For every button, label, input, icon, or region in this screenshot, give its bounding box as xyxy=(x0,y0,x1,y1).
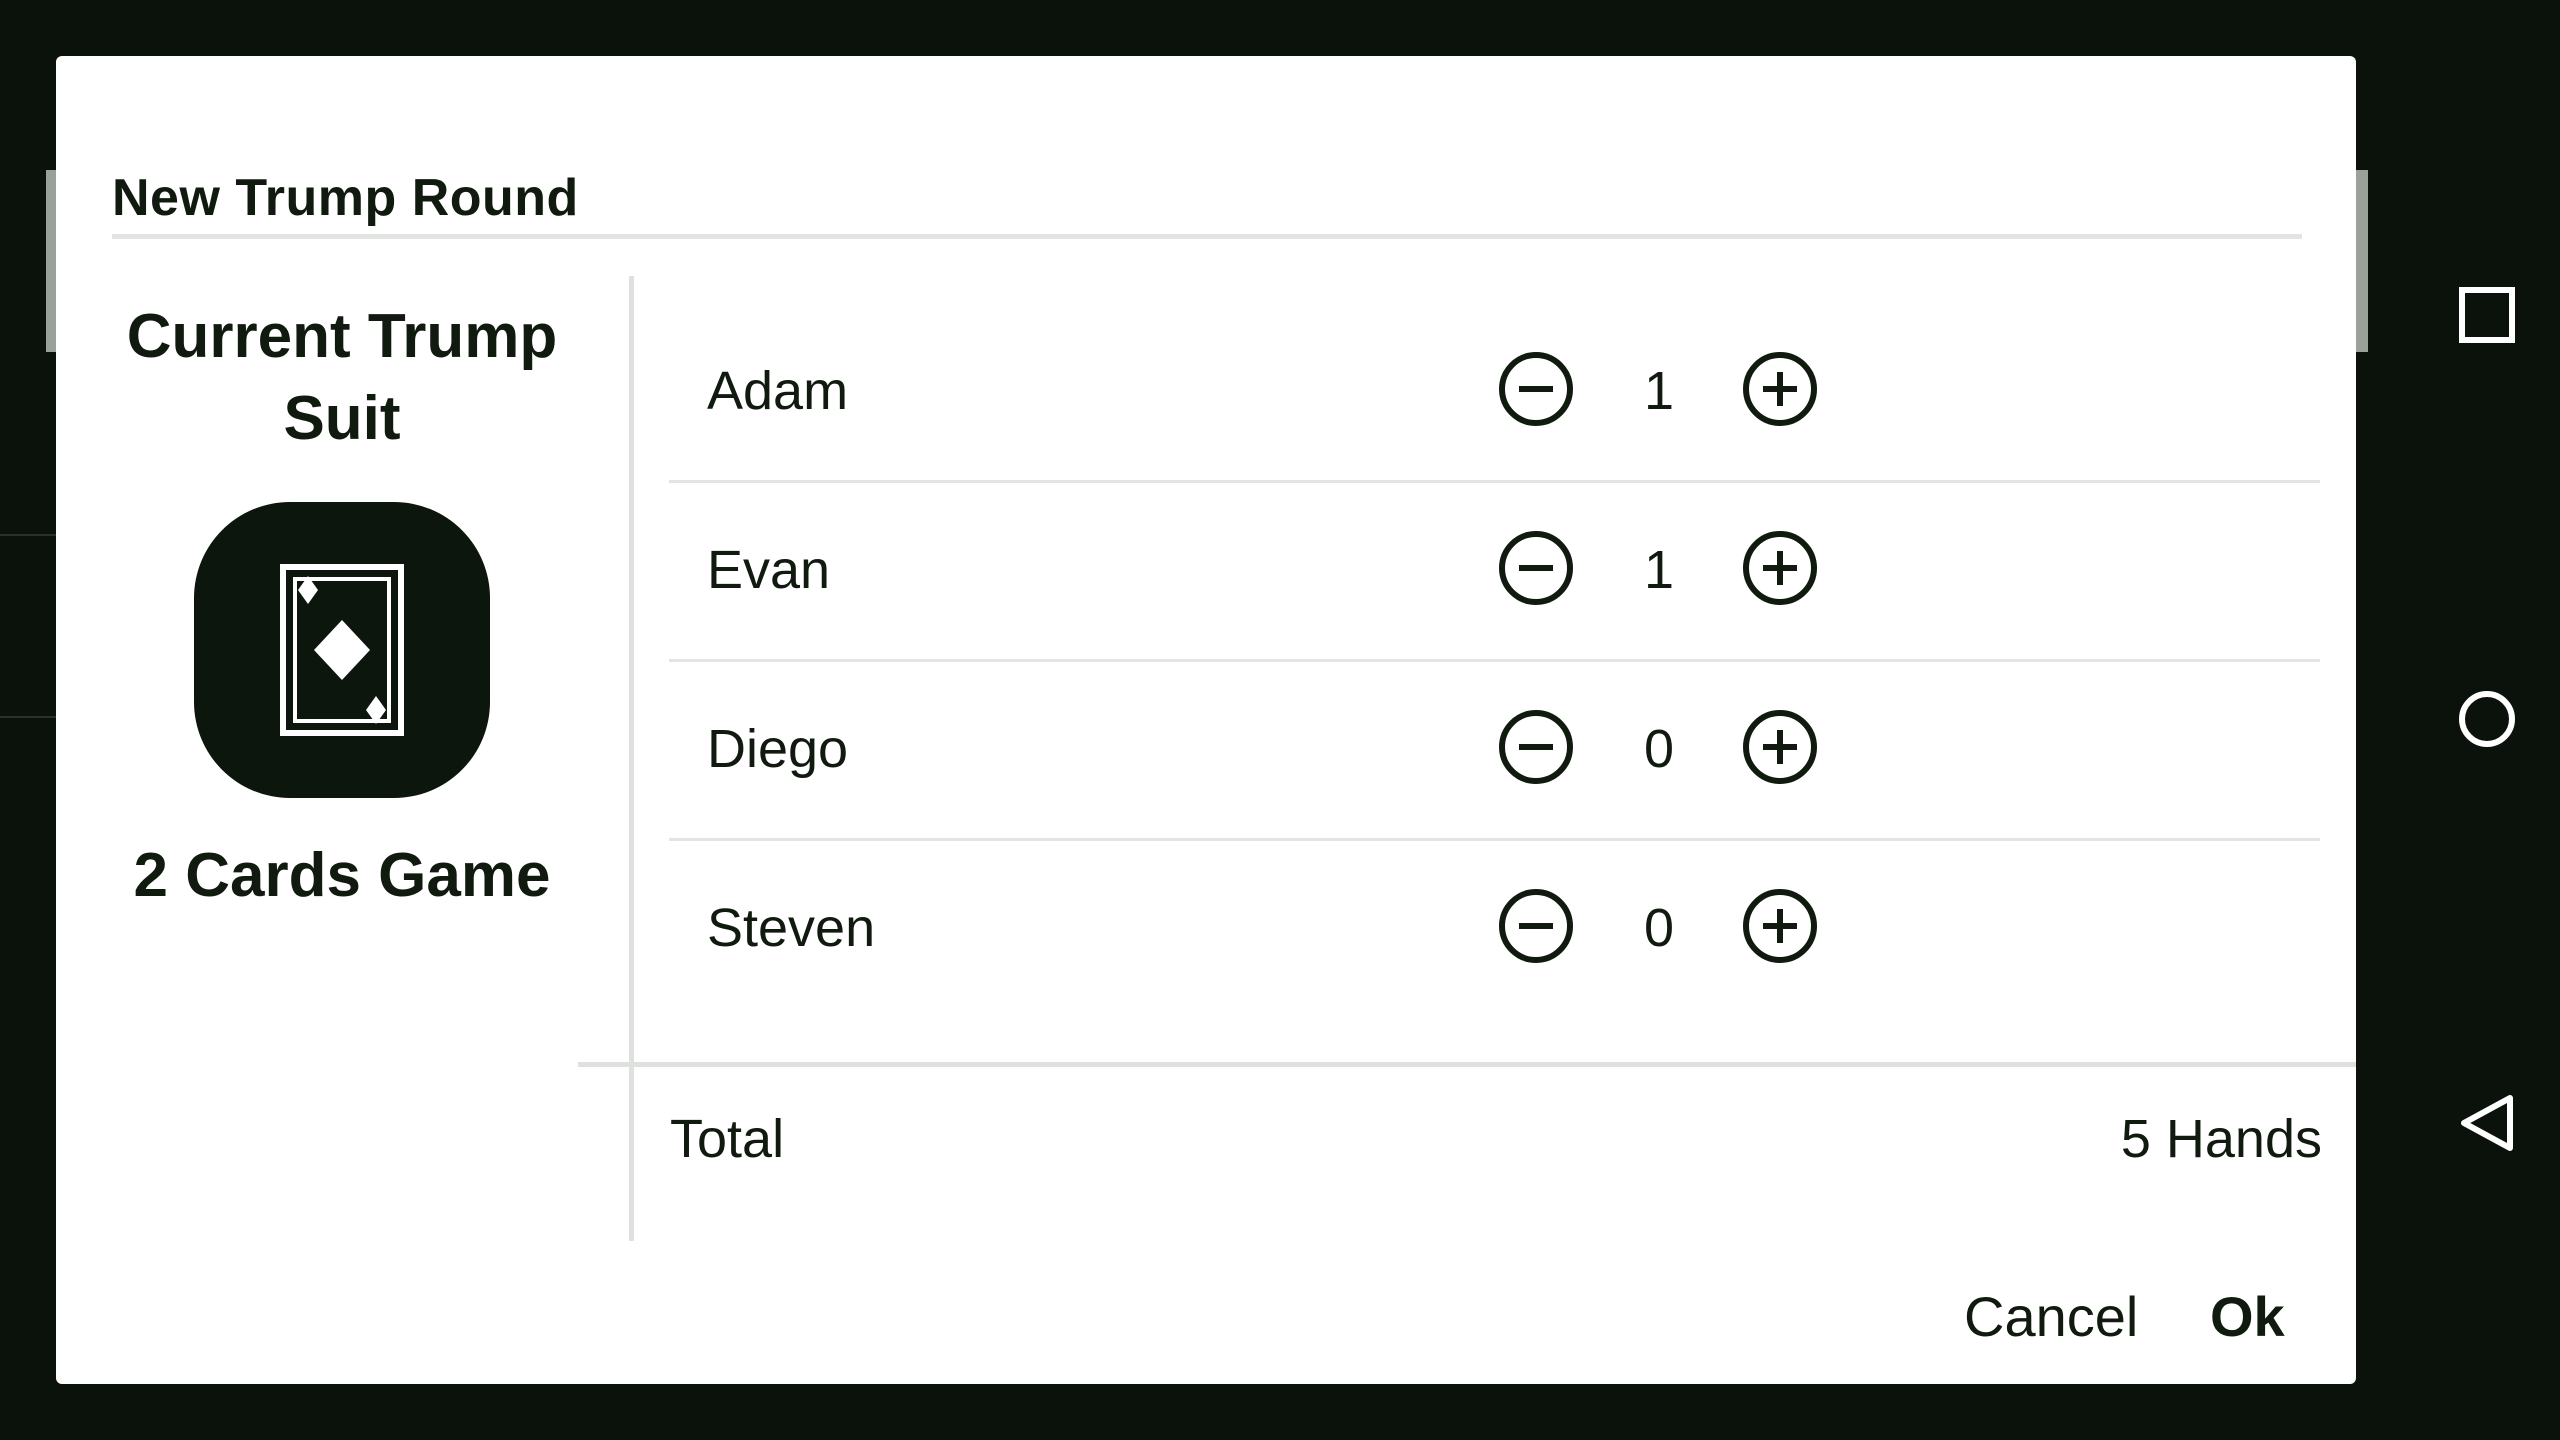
total-divider xyxy=(578,1062,2356,1067)
hand-count: 0 xyxy=(1643,898,1675,958)
player-row: Evan 1 xyxy=(669,483,2320,662)
background-divider xyxy=(0,716,56,718)
minus-icon xyxy=(1519,923,1553,929)
back-icon[interactable] xyxy=(2458,1094,2516,1152)
trump-suit-panel: Current Trump Suit 2 Cards Game xyxy=(112,276,572,911)
system-nav-bar xyxy=(2414,0,2560,1440)
total-label: Total xyxy=(670,1109,785,1169)
trump-suit-heading: Current Trump Suit xyxy=(126,302,558,453)
decrement-button[interactable] xyxy=(1499,352,1573,426)
decrement-button[interactable] xyxy=(1499,710,1573,784)
home-icon[interactable] xyxy=(2458,690,2516,748)
hand-count: 1 xyxy=(1643,361,1675,421)
new-trump-round-dialog: New Trump Round Current Trump Suit 2 Car… xyxy=(56,56,2356,1384)
title-divider xyxy=(112,234,2302,239)
hand-stepper: 1 xyxy=(1499,531,1829,611)
hand-count: 1 xyxy=(1643,540,1675,600)
player-row: Diego 0 xyxy=(669,662,2320,841)
increment-button[interactable] xyxy=(1743,710,1817,784)
decrement-button[interactable] xyxy=(1499,889,1573,963)
decrement-button[interactable] xyxy=(1499,531,1573,605)
player-name: Diego xyxy=(707,719,849,779)
hand-stepper: 1 xyxy=(1499,352,1829,432)
increment-button[interactable] xyxy=(1743,889,1817,963)
background-app-strip xyxy=(2356,170,2368,352)
player-name: Adam xyxy=(707,361,849,421)
background-divider xyxy=(0,534,56,536)
hand-count: 0 xyxy=(1643,719,1675,779)
player-row: Steven 0 xyxy=(669,841,2320,1017)
ok-button[interactable]: Ok xyxy=(2210,1284,2285,1349)
minus-icon xyxy=(1519,386,1553,392)
player-row: Adam 1 xyxy=(669,304,2320,483)
recent-apps-icon[interactable] xyxy=(2458,286,2516,344)
minus-icon xyxy=(1519,565,1553,571)
minus-icon xyxy=(1519,744,1553,750)
trump-suit-tile[interactable] xyxy=(194,502,490,798)
player-name: Steven xyxy=(707,898,876,958)
increment-button[interactable] xyxy=(1743,352,1817,426)
hand-stepper: 0 xyxy=(1499,710,1829,790)
hand-stepper: 0 xyxy=(1499,889,1829,969)
cancel-button[interactable]: Cancel xyxy=(1964,1284,2138,1349)
dialog-title: New Trump Round xyxy=(112,169,579,227)
game-mode-label: 2 Cards Game xyxy=(133,841,551,910)
increment-button[interactable] xyxy=(1743,531,1817,605)
player-name: Evan xyxy=(707,540,831,600)
diamond-card-icon xyxy=(280,564,404,736)
total-value: 5 Hands xyxy=(2120,1109,2322,1169)
pane-divider xyxy=(629,276,634,1241)
